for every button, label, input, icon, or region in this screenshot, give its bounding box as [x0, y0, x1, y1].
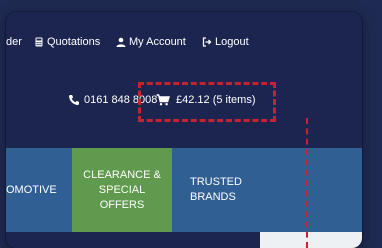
shopping-cart-icon — [156, 94, 170, 106]
category-trusted-brands[interactable]: TRUSTED BRANDS — [172, 148, 256, 232]
quotations-label: Quotations — [47, 36, 101, 48]
category-nav-bar: OMOTIVE CLEARANCE & SPECIAL OFFERS TRUST… — [6, 148, 362, 232]
my-account-label: My Account — [129, 36, 186, 48]
background: der Quotations My Account Logout 0161 84… — [0, 0, 382, 248]
browser-viewport: der Quotations My Account Logout 0161 84… — [6, 12, 362, 248]
basket-link[interactable]: £42.12 (5 items) — [156, 94, 255, 106]
logout-label: Logout — [215, 36, 249, 48]
my-account-link[interactable]: My Account — [116, 36, 186, 48]
quotations-link[interactable]: Quotations — [34, 36, 100, 48]
logout-icon — [202, 37, 212, 47]
top-utility-nav: der Quotations My Account Logout — [6, 12, 362, 62]
category-trusted-brands-label: TRUSTED BRANDS — [190, 176, 242, 203]
content-panel — [260, 232, 362, 248]
order-link[interactable]: der — [6, 36, 22, 48]
category-clearance-label: CLEARANCE & SPECIAL OFFERS — [83, 168, 161, 211]
calculator-icon — [35, 37, 43, 47]
user-icon — [116, 37, 126, 47]
category-clearance-special-offers[interactable]: CLEARANCE & SPECIAL OFFERS — [72, 148, 172, 232]
category-automotive[interactable]: OMOTIVE — [6, 148, 72, 232]
category-automotive-label: OMOTIVE — [6, 183, 57, 196]
logout-link[interactable]: Logout — [202, 36, 249, 48]
annotation-dashed-line — [306, 118, 308, 248]
phone-icon — [69, 95, 79, 105]
order-link-label: der — [6, 36, 22, 48]
basket-total: £42.12 (5 items) — [176, 94, 256, 106]
site-header: 0161 848 8008 £42.12 (5 items) — [6, 62, 362, 148]
